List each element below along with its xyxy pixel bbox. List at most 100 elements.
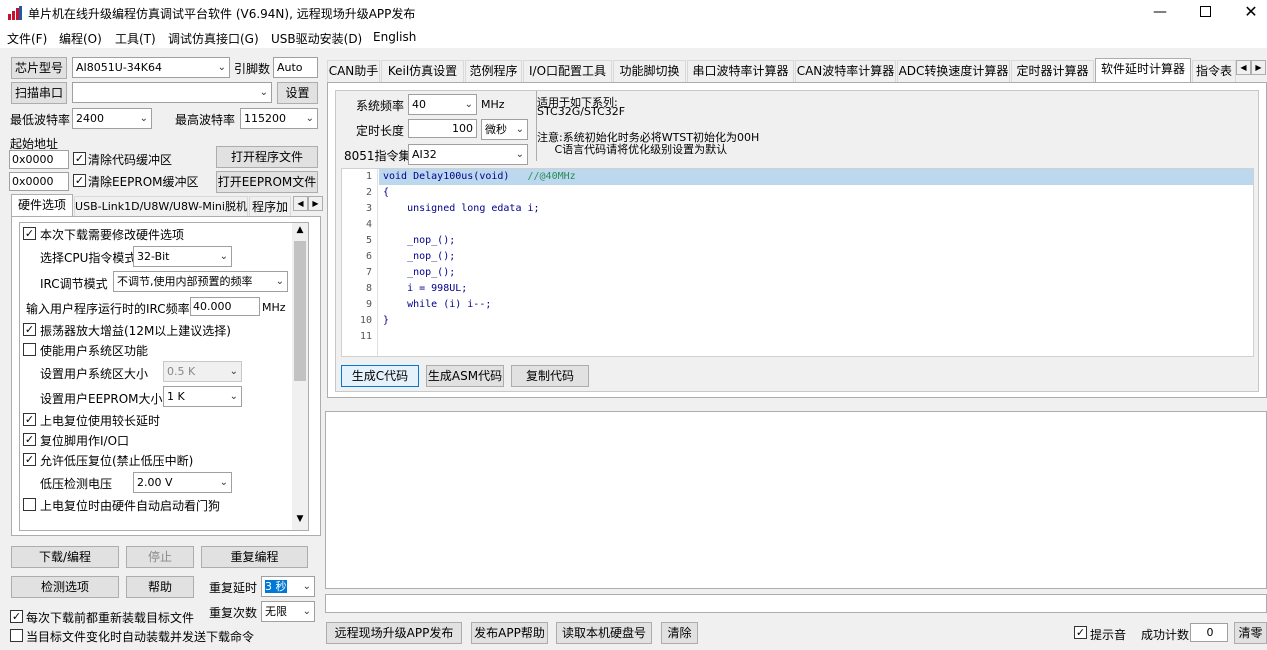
irc-mode-select[interactable]: 不调节,使用内部预置的频率 ⌄ <box>113 271 288 292</box>
beep-checkbox[interactable]: ✓ <box>1074 626 1087 639</box>
publish-app-button[interactable]: 远程现场升级APP发布 <box>326 622 462 644</box>
wdt-auto-checkbox[interactable] <box>23 498 36 511</box>
success-count-input[interactable]: 0 <box>1190 623 1228 642</box>
stop-button[interactable]: 停止 <box>126 546 194 568</box>
irc-freq-input[interactable]: 40.000 <box>190 297 260 316</box>
hardware-options-list: ✓ 本次下载需要修改硬件选项 选择CPU指令模式 32-Bit ⌄ IRC调节模式… <box>19 222 309 531</box>
line-number: 7 <box>365 267 372 278</box>
repeat-delay-select[interactable]: 3 秒 ⌄ <box>261 576 315 597</box>
menu-file[interactable]: 文件(F) <box>7 30 47 47</box>
scroll-up-icon[interactable]: ▲ <box>292 225 308 239</box>
scrollbar-thumb[interactable] <box>294 241 306 381</box>
low-volt-reset-checkbox[interactable]: ✓ <box>23 453 36 466</box>
sys-freq-select[interactable]: 40 ⌄ <box>408 94 477 115</box>
eeprom-address-input[interactable]: 0x0000 <box>9 172 69 191</box>
download-button[interactable]: 下载/编程 <box>11 546 119 568</box>
menu-program[interactable]: 编程(O) <box>59 30 102 47</box>
generate-c-button[interactable]: 生成C代码 <box>341 365 419 387</box>
sys-area-checkbox[interactable] <box>23 343 36 356</box>
tab-instruction-table[interactable]: 指令表 <box>1192 60 1236 82</box>
chevron-down-icon: ⌄ <box>219 477 228 488</box>
scan-port-button[interactable]: 扫描串口 <box>11 82 67 104</box>
sys-area-size-select[interactable]: 0.5 K ⌄ <box>163 361 242 382</box>
auto-on-change-checkbox[interactable] <box>10 629 23 642</box>
info-line: STC32G/STC32F <box>537 105 626 118</box>
tab-scroll-left-icon[interactable]: ◀ <box>1236 60 1251 75</box>
open-eeprom-button[interactable]: 打开EEPROM文件 <box>216 171 318 193</box>
hw-options-scrollbar[interactable]: ▲ ▼ <box>292 223 308 530</box>
tab-adc-speed[interactable]: ADC转换速度计算器 <box>897 60 1010 82</box>
menu-debug[interactable]: 调试仿真接口(G) <box>168 30 259 47</box>
help-button[interactable]: 帮助 <box>126 576 194 598</box>
min-baud-select[interactable]: 2400 ⌄ <box>72 108 152 129</box>
read-disk-button[interactable]: 读取本机硬盘号 <box>556 622 652 644</box>
menu-tools[interactable]: 工具(T) <box>115 30 156 47</box>
long-delay-label: 上电复位使用较长延时 <box>40 414 161 428</box>
tab-examples[interactable]: 范例程序 <box>465 60 522 82</box>
scroll-down-icon[interactable]: ▼ <box>292 514 308 528</box>
chip-model-select[interactable]: AI8051U-34K64 ⌄ <box>72 57 230 78</box>
sys-freq-unit: MHz <box>481 98 505 111</box>
close-icon[interactable]: ✕ <box>1240 2 1262 22</box>
tab-software-delay[interactable]: 软件延时计算器 <box>1095 58 1191 82</box>
repeat-count-select[interactable]: 无限 ⌄ <box>261 601 315 622</box>
minimize-icon[interactable]: — <box>1148 4 1172 22</box>
tab-uart-baud[interactable]: 串口波特率计算器 <box>687 60 794 82</box>
beep-label: 提示音 <box>1090 628 1127 642</box>
chip-model-button[interactable]: 芯片型号 <box>11 57 67 79</box>
tab-hardware-options[interactable]: 硬件选项 <box>11 194 73 218</box>
long-delay-checkbox[interactable]: ✓ <box>23 413 36 426</box>
start-address-input[interactable]: 0x0000 <box>9 150 69 169</box>
eeprom-size-select[interactable]: 1 K ⌄ <box>163 386 242 407</box>
code-editor[interactable]: 1 2 3 4 5 6 7 8 9 10 11 void Delay100us(… <box>341 168 1254 357</box>
progress-bar <box>325 594 1267 613</box>
open-program-button[interactable]: 打开程序文件 <box>216 146 318 168</box>
modify-hw-checkbox[interactable]: ✓ <box>23 227 36 240</box>
pin-count-select[interactable]: Auto <box>273 57 318 78</box>
chevron-down-icon: ⌄ <box>259 87 268 98</box>
tab-scroll-right-icon[interactable]: ▶ <box>308 196 323 211</box>
code-area[interactable]: void Delay100us(void) //@40MHz { unsigne… <box>379 169 1253 356</box>
tab-scroll-right-icon[interactable]: ▶ <box>1251 60 1266 75</box>
reset-count-button[interactable]: 清零 <box>1234 622 1267 644</box>
clear-button[interactable]: 清除 <box>661 622 698 644</box>
reset-pin-io-checkbox[interactable]: ✓ <box>23 433 36 446</box>
maximize-icon[interactable] <box>1194 5 1216 21</box>
instr-set-select[interactable]: AI32 ⌄ <box>408 144 528 165</box>
sys-area-size-label: 设置用户系统区大小 <box>40 367 149 381</box>
osc-gain-checkbox[interactable]: ✓ <box>23 323 36 336</box>
tab-program-add[interactable]: 程序加 <box>249 196 291 218</box>
code-gutter: 1 2 3 4 5 6 7 8 9 10 11 <box>342 169 378 356</box>
eeprom-size-label: 设置用户EEPROM大小 <box>40 392 163 406</box>
tab-io-config[interactable]: I/O口配置工具 <box>523 60 612 82</box>
tab-scroll-left-icon[interactable]: ◀ <box>293 196 308 211</box>
menu-usb-driver[interactable]: USB驱动安装(D) <box>271 30 362 47</box>
low-volt-select[interactable]: 2.00 V ⌄ <box>133 472 232 493</box>
generate-asm-button[interactable]: 生成ASM代码 <box>426 365 504 387</box>
publish-help-button[interactable]: 发布APP帮助 <box>471 622 548 644</box>
copy-code-button[interactable]: 复制代码 <box>511 365 589 387</box>
cpu-mode-select[interactable]: 32-Bit ⌄ <box>133 246 232 267</box>
max-baud-select[interactable]: 115200 ⌄ <box>240 108 318 129</box>
reprogram-button[interactable]: 重复编程 <box>201 546 308 568</box>
tab-timer-calc[interactable]: 定时器计算器 <box>1011 60 1094 82</box>
success-count-label: 成功计数 <box>1141 628 1190 642</box>
reload-each-checkbox[interactable]: ✓ <box>10 610 23 623</box>
clear-eeprom-checkbox[interactable]: ✓ <box>73 174 86 187</box>
app-logo-icon <box>8 6 22 20</box>
tab-can-baud[interactable]: CAN波特率计算器 <box>795 60 896 82</box>
clear-code-checkbox[interactable]: ✓ <box>73 152 86 165</box>
check-options-button[interactable]: 检测选项 <box>11 576 119 598</box>
tab-pin-switch[interactable]: 功能脚切换 <box>613 60 686 82</box>
output-log[interactable] <box>325 411 1267 589</box>
time-unit-select[interactable]: 微秒 ⌄ <box>481 119 528 140</box>
settings-button[interactable]: 设置 <box>277 82 318 104</box>
line-number: 1 <box>365 171 372 182</box>
port-select[interactable]: ⌄ <box>72 82 272 103</box>
line-number: 6 <box>365 251 372 262</box>
menu-english[interactable]: English <box>373 30 416 44</box>
tab-can-helper[interactable]: CAN助手 <box>327 60 380 82</box>
tab-keil-settings[interactable]: Keil仿真设置 <box>381 60 464 82</box>
time-length-input[interactable]: 100 <box>408 119 477 138</box>
tab-usb-link[interactable]: USB-Link1D/U8W/U8W-Mini脱机 <box>74 196 248 218</box>
